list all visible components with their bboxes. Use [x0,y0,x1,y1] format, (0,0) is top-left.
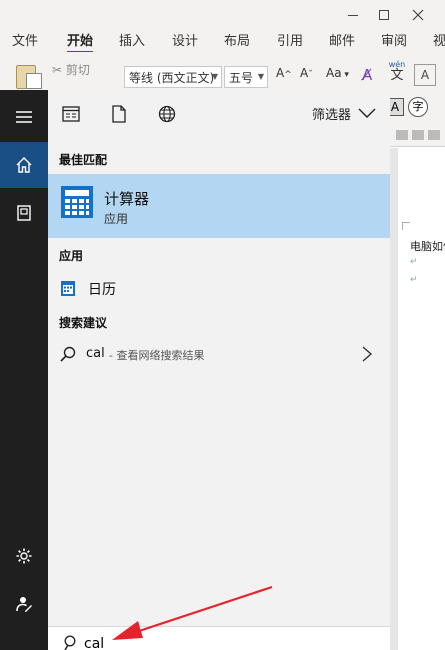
ribbon-tail [390,126,445,146]
chevron-down-icon[interactable] [358,107,376,119]
minimize-icon [348,14,358,16]
search-input[interactable] [84,634,374,650]
search-icon [60,346,76,362]
styles-button[interactable]: A [414,64,436,86]
font-family-select[interactable]: 等线 (西文正文) ▼ [124,66,222,88]
clear-format-icon[interactable]: A̸ [362,66,380,84]
search-results-panel: 筛选器 最佳匹配 计算器 应用 应用 日历 搜索建议 cal - 查看网络搜索结… [48,90,390,650]
best-match-title: 计算器 [104,190,150,208]
document-text: 电脑如何 [410,240,445,253]
font-family-value: 等线 (西文正文) [129,71,215,85]
grow-font-button[interactable]: A^ [276,66,292,80]
apps-window-icon [62,106,80,122]
chevron-down-icon: ▾ [341,70,349,80]
app-result-calendar[interactable]: 日历 [48,272,390,306]
best-match-subtitle: 应用 [104,212,129,226]
calculator-icon [61,186,93,218]
phonetic-char: 文 [390,68,404,83]
title-bar [0,0,445,30]
maximize-icon [379,10,389,20]
calendar-icon [61,281,75,296]
web-suggestion-result[interactable]: cal - 查看网络搜索结果 [48,338,390,372]
home-icon [16,157,32,173]
phonetic-guide-button[interactable]: wén 文 [386,60,408,83]
search-scope-toolbar: 筛选器 [48,90,390,140]
cut-label: 剪切 [65,63,90,77]
chevron-down-icon: ▼ [211,72,218,81]
paragraph-mark-icon: ↵ [410,275,418,285]
minimize-button[interactable] [343,6,363,24]
apps-header: 应用 [59,249,84,263]
paragraph-mark-icon: ↵ [410,257,418,267]
shrink-font-button[interactable]: Aˇ [300,66,313,80]
expand-menu-button[interactable] [0,94,48,140]
tab-design[interactable]: 设计 [172,30,198,49]
app-result-label: 日历 [88,282,116,298]
apps-scope-button[interactable] [60,103,82,125]
web-scope-button[interactable] [156,103,178,125]
crop-mark [402,222,410,230]
settings-button[interactable] [0,533,48,579]
ribbon-tabs: 文件 开始 插入 设计 布局 引用 邮件 审阅 视 [0,28,445,54]
feedback-button[interactable] [0,581,48,627]
filter-button[interactable]: 筛选器 [312,104,351,123]
caret-down-icon: ˇ [308,70,313,80]
document-box-icon [17,205,31,221]
hamburger-icon [16,111,32,123]
documents-rail-button[interactable] [0,190,48,236]
suggestion-hint: - 查看网络搜索结果 [109,349,205,362]
enclosed-character-button[interactable]: 字 [408,97,428,117]
chevron-right-icon[interactable] [360,346,374,362]
close-icon [412,9,424,21]
font-size-select[interactable]: 五号 ▼ [224,66,268,88]
close-button[interactable] [408,6,428,24]
tab-references[interactable]: 引用 [277,30,303,49]
tab-mailings[interactable]: 邮件 [329,30,355,49]
tab-insert[interactable]: 插入 [119,30,145,49]
taskbar-search-box[interactable] [48,626,390,650]
tab-view[interactable]: 视 [433,30,445,49]
suggestion-query: cal [86,346,105,361]
font-size-value: 五号 [229,71,254,85]
change-case-button[interactable]: Aa ▾ [326,66,349,80]
best-match-header: 最佳匹配 [59,153,108,167]
tab-layout[interactable]: 布局 [224,30,250,49]
paste-icon[interactable] [14,61,42,89]
caret-up-icon: ^ [284,70,292,80]
document-icon [112,105,126,123]
search-icon [64,635,76,650]
tab-home[interactable]: 开始 [67,30,94,54]
scissors-icon: ✂ [52,63,63,77]
tab-file[interactable]: 文件 [12,30,38,49]
best-match-result[interactable]: 计算器 应用 [48,174,390,238]
maximize-button[interactable] [374,6,394,24]
globe-icon [158,105,176,123]
feedback-icon [16,597,32,612]
start-menu-rail [0,90,48,650]
search-suggestions-header: 搜索建议 [59,316,108,330]
documents-scope-button[interactable] [108,103,130,125]
tab-review[interactable]: 审阅 [381,30,407,49]
home-button[interactable] [0,142,48,188]
gear-icon [16,548,32,564]
chevron-down-icon: ▼ [257,72,264,81]
cut-button[interactable]: ✂ 剪切 [52,61,90,78]
